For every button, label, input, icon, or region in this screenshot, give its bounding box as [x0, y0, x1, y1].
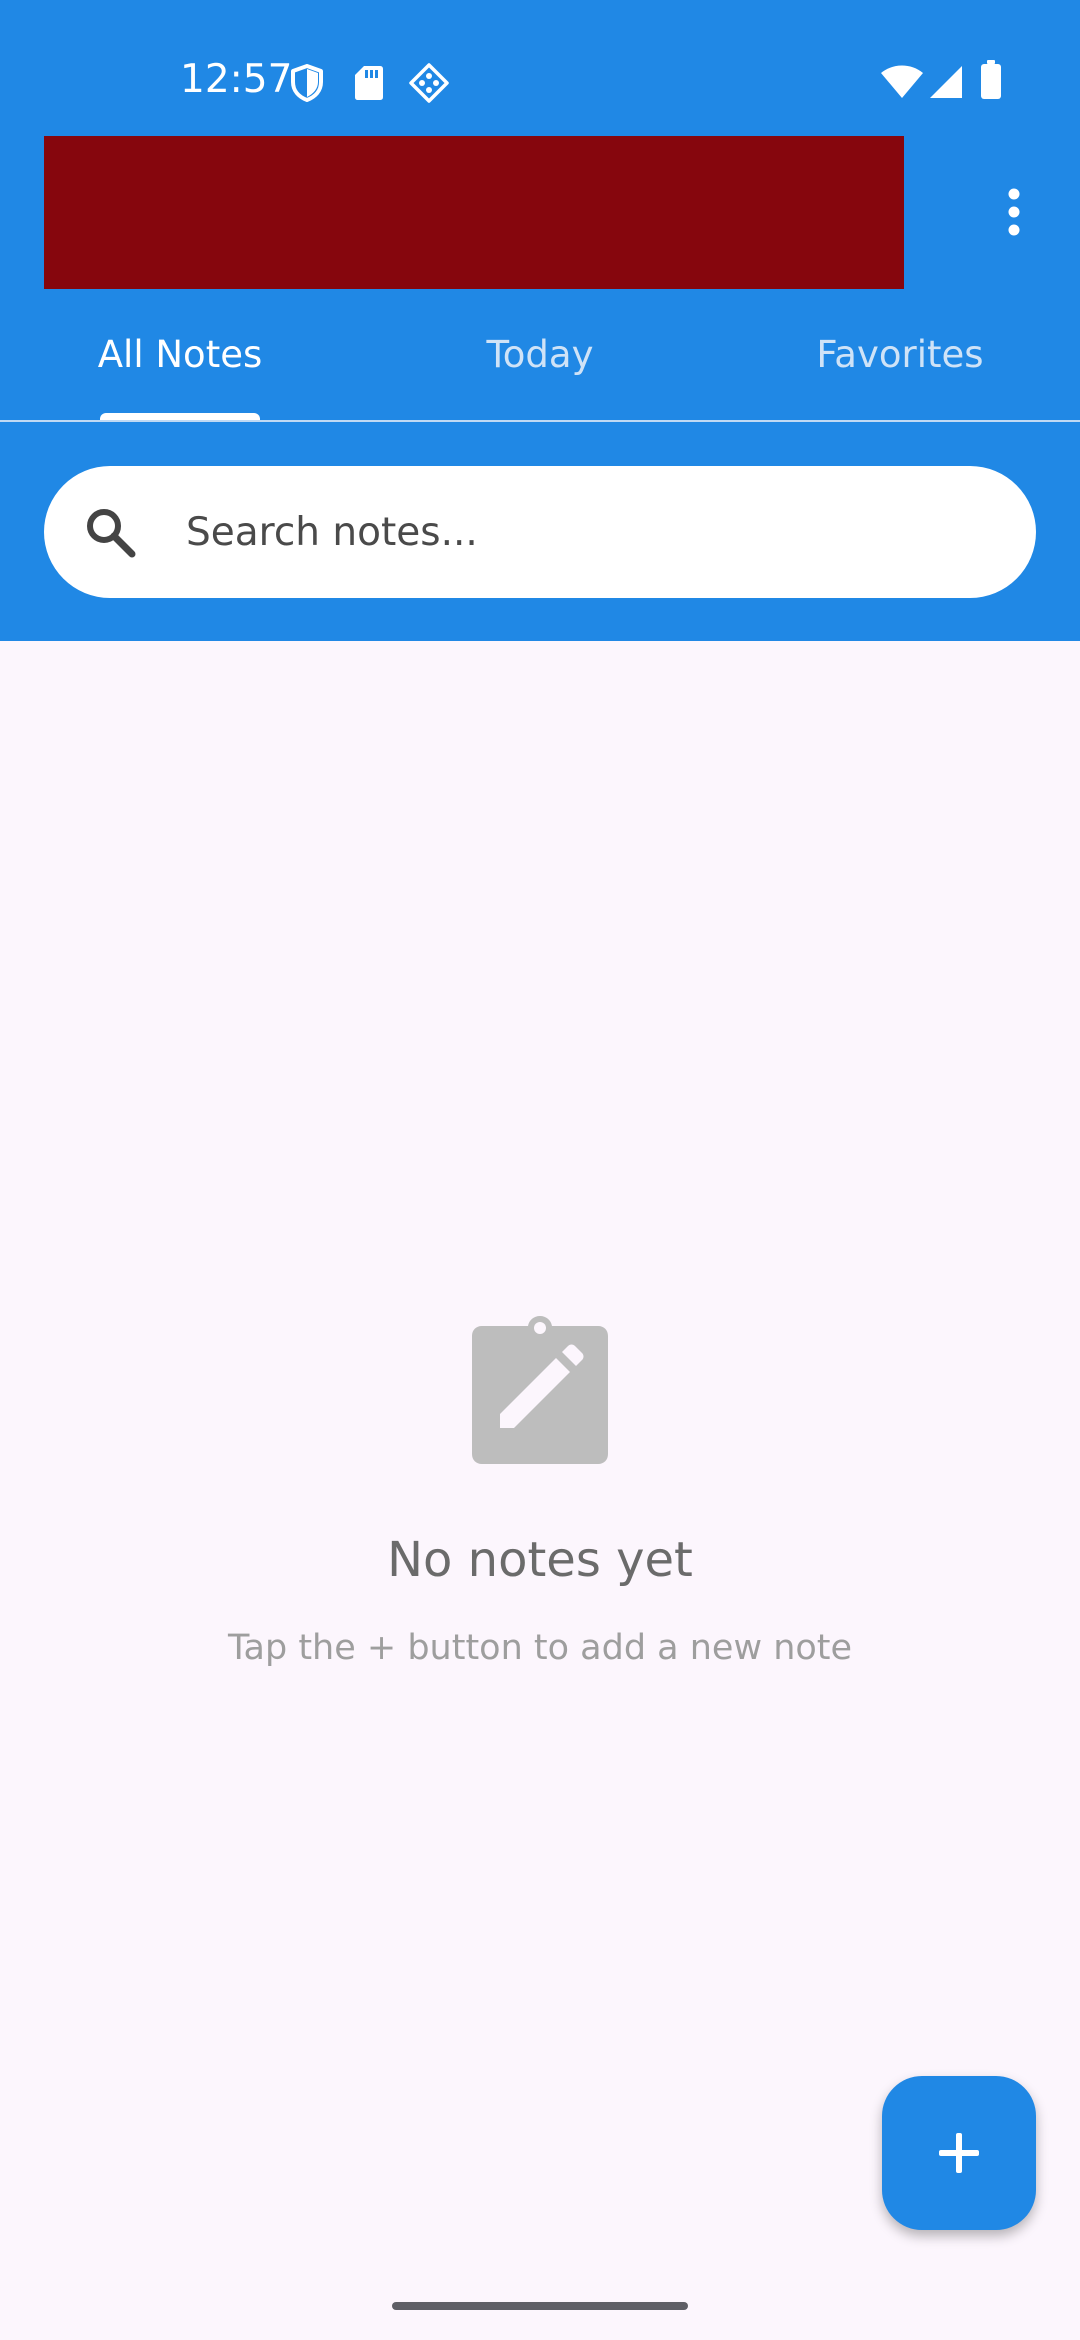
- status-time: 12:57: [180, 57, 293, 102]
- add-note-button[interactable]: [882, 2076, 1036, 2230]
- tab-label: Today: [486, 333, 594, 376]
- overflow-menu-button[interactable]: [990, 176, 1038, 248]
- shield-icon: [291, 64, 323, 102]
- sd-card-icon: [355, 66, 383, 100]
- tab-today[interactable]: Today: [400, 325, 680, 385]
- app-title-redacted: [44, 136, 904, 289]
- search-icon: [87, 509, 136, 558]
- empty-state-title: No notes yet: [387, 1532, 693, 1588]
- game-diamond-icon: [409, 63, 449, 103]
- clipboard-edit-icon: [472, 1316, 608, 1464]
- status-bar: 12:57: [0, 0, 1080, 130]
- tab-label: All Notes: [97, 333, 263, 376]
- wifi-icon: [881, 65, 923, 98]
- home-indicator[interactable]: [392, 2302, 688, 2310]
- empty-state-subtitle: Tap the + button to add a new note: [227, 1628, 853, 1668]
- tab-divider: [0, 420, 1080, 422]
- tab-favorites[interactable]: Favorites: [760, 325, 1040, 385]
- tab-all-notes[interactable]: All Notes: [40, 325, 320, 385]
- more-vert-icon: [1008, 188, 1020, 236]
- plus-icon: [939, 2133, 979, 2173]
- search-input[interactable]: [186, 500, 986, 564]
- cell-signal-icon: [930, 66, 962, 98]
- battery-icon: [981, 60, 1001, 99]
- app-bar: 12:57 All Notes Today Favorites Search n…: [0, 0, 1080, 641]
- tab-label: Favorites: [816, 333, 984, 376]
